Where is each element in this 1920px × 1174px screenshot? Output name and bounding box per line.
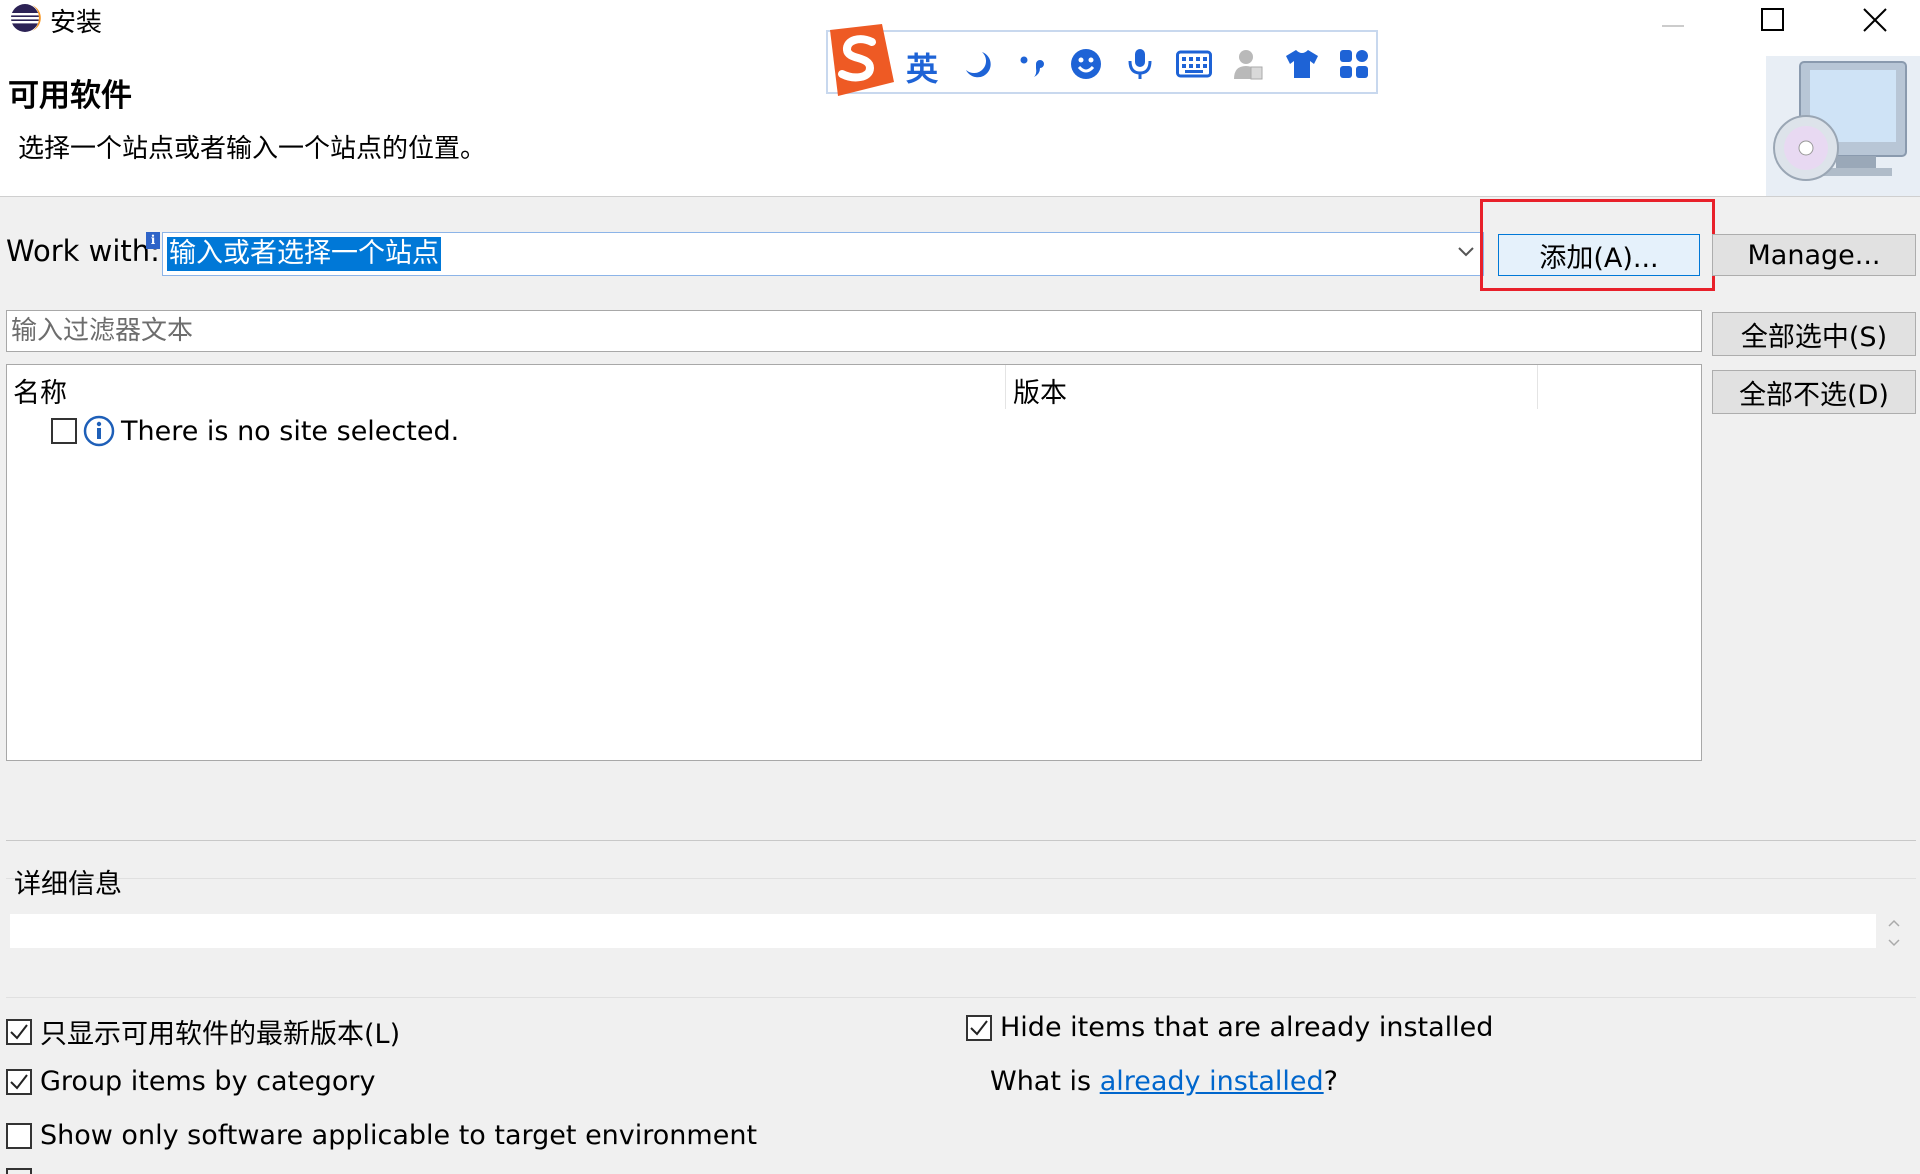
software-tree-table[interactable]: 名称 版本 There is no site selected. [6,364,1702,761]
checkmark-icon [970,1019,988,1036]
what-is-suffix: ? [1323,1066,1339,1097]
what-is-installed-text: What is already installed? [990,1066,1338,1097]
column-header-name[interactable]: 名称 [13,371,67,410]
details-label: 详细信息 [14,869,122,900]
group-by-category-checkbox[interactable] [6,1068,32,1095]
option-group-by-category[interactable]: Group items by category [6,1066,375,1097]
manage-button[interactable]: Manage... [1712,234,1916,276]
table-row[interactable]: There is no site selected. [51,411,459,451]
tshirt-icon[interactable] [1282,44,1322,84]
hide-installed-checkbox[interactable] [966,1014,992,1041]
what-is-prefix: What is [990,1066,1100,1097]
applicable-only-label: Show only software applicable to target … [40,1120,758,1151]
column-header-version[interactable]: 版本 [1013,371,1067,410]
moon-icon[interactable] [958,44,998,84]
option-partial-checkbox[interactable] [6,1168,32,1174]
ime-language-toggle[interactable]: 英 [906,44,938,90]
work-with-label: Work with: [6,234,160,268]
maximize-button[interactable] [1728,0,1818,40]
option-show-latest[interactable]: 只显示可用软件的最新版本(L) [6,1012,400,1051]
maximize-icon [1761,8,1784,31]
applicable-only-checkbox[interactable] [6,1122,32,1149]
punctuation-icon[interactable] [1012,44,1052,84]
page-title: 可用软件 [8,78,132,114]
deselect-all-button[interactable]: 全部不选(D) [1712,370,1916,414]
checkmark-icon [10,1023,28,1040]
already-installed-link[interactable]: already installed [1100,1066,1324,1097]
eclipse-logo-icon [10,3,44,33]
work-with-input[interactable]: 输入或者选择一个站点 [167,237,441,271]
grid-icon[interactable] [1334,44,1374,84]
checkmark-icon [10,1073,28,1090]
microphone-icon[interactable] [1120,44,1160,84]
minimize-button[interactable] [1628,0,1718,40]
keyboard-icon[interactable] [1174,44,1214,84]
page-description: 选择一个站点或者输入一个站点的位置。 [18,134,487,164]
group-by-category-label: Group items by category [40,1066,376,1097]
install-banner-icon [1766,56,1920,196]
show-latest-checkbox[interactable] [6,1018,32,1045]
show-latest-label: 只显示可用软件的最新版本(L) [40,1019,401,1050]
minimize-icon [1662,25,1684,27]
work-with-combo[interactable]: 输入或者选择一个站点 [162,232,1484,276]
scroll-arrows-icon [1888,919,1900,947]
info-badge-icon: i [146,232,160,249]
option-applicable-only[interactable]: Show only software applicable to target … [6,1120,757,1151]
column-separator[interactable] [1537,365,1538,409]
window-title: 安装 [50,8,103,38]
chevron-down-icon[interactable] [1457,245,1475,259]
sogou-logo-icon[interactable] [820,22,898,102]
add-site-button[interactable]: 添加(A)... [1498,234,1700,276]
hide-installed-label: Hide items that are already installed [1000,1012,1494,1043]
column-separator[interactable] [1005,365,1006,409]
details-text-area[interactable] [10,914,1876,948]
close-button[interactable] [1830,0,1920,40]
filter-input[interactable]: 输入过滤器文本 [6,310,1702,352]
smiley-icon[interactable] [1066,44,1106,84]
close-icon [1863,8,1887,32]
row-name: There is no site selected. [121,415,460,447]
user-icon[interactable] [1228,44,1268,84]
info-icon [83,415,115,447]
select-all-button[interactable]: 全部选中(S) [1712,312,1916,356]
section-divider [6,840,1916,841]
row-checkbox[interactable] [51,418,77,444]
details-scrollbar[interactable] [1884,916,1904,950]
option-hide-installed[interactable]: Hide items that are already installed [966,1012,1493,1043]
